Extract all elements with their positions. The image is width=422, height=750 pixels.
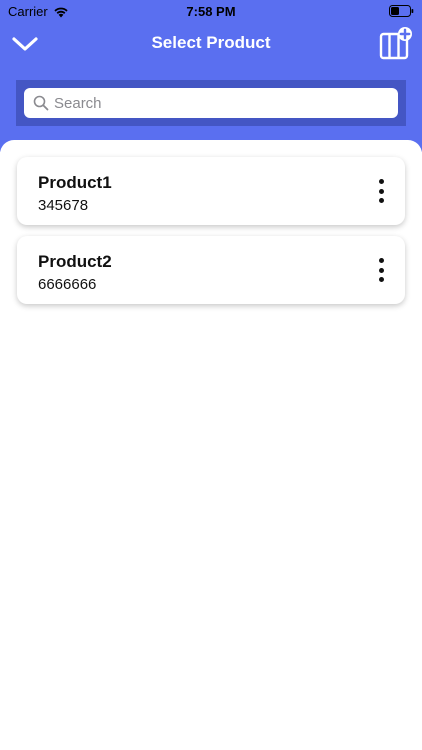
nav-bar: Select Product <box>0 22 422 66</box>
search-field[interactable] <box>24 88 398 118</box>
more-options-button[interactable] <box>373 258 389 282</box>
product-code: 345678 <box>38 197 89 214</box>
more-vertical-icon <box>378 258 384 263</box>
more-vertical-icon <box>378 179 384 184</box>
more-options-button[interactable] <box>373 179 389 203</box>
product-card[interactable]: Product1 345678 <box>17 157 405 225</box>
page-title: Select Product <box>151 33 271 52</box>
product-list: Product1 345678 Product2 6666666 <box>0 140 422 750</box>
add-product-icon <box>379 27 412 60</box>
product-name: Product1 <box>38 173 112 192</box>
select-product-screen: Carrier 7:58 PM Select Product Search Pr… <box>0 0 422 750</box>
status-time: 7:58 PM <box>186 4 236 19</box>
header: Carrier 7:58 PM Select Product <box>0 0 422 152</box>
battery-icon <box>389 5 414 17</box>
more-vertical-icon-dot <box>378 188 384 194</box>
product-name: Product2 <box>38 252 112 271</box>
status-bar: Carrier 7:58 PM <box>0 0 422 22</box>
search-input[interactable] <box>54 88 390 118</box>
more-vertical-icon-dot <box>378 267 384 273</box>
product-code: 6666666 <box>38 276 97 293</box>
search-bar <box>16 80 406 126</box>
more-vertical-icon-dot <box>378 198 384 203</box>
more-vertical-icon-dot <box>378 277 384 282</box>
add-product-button[interactable] <box>378 25 414 61</box>
product-card[interactable]: Product2 6666666 <box>17 236 405 304</box>
search-icon <box>33 95 49 111</box>
